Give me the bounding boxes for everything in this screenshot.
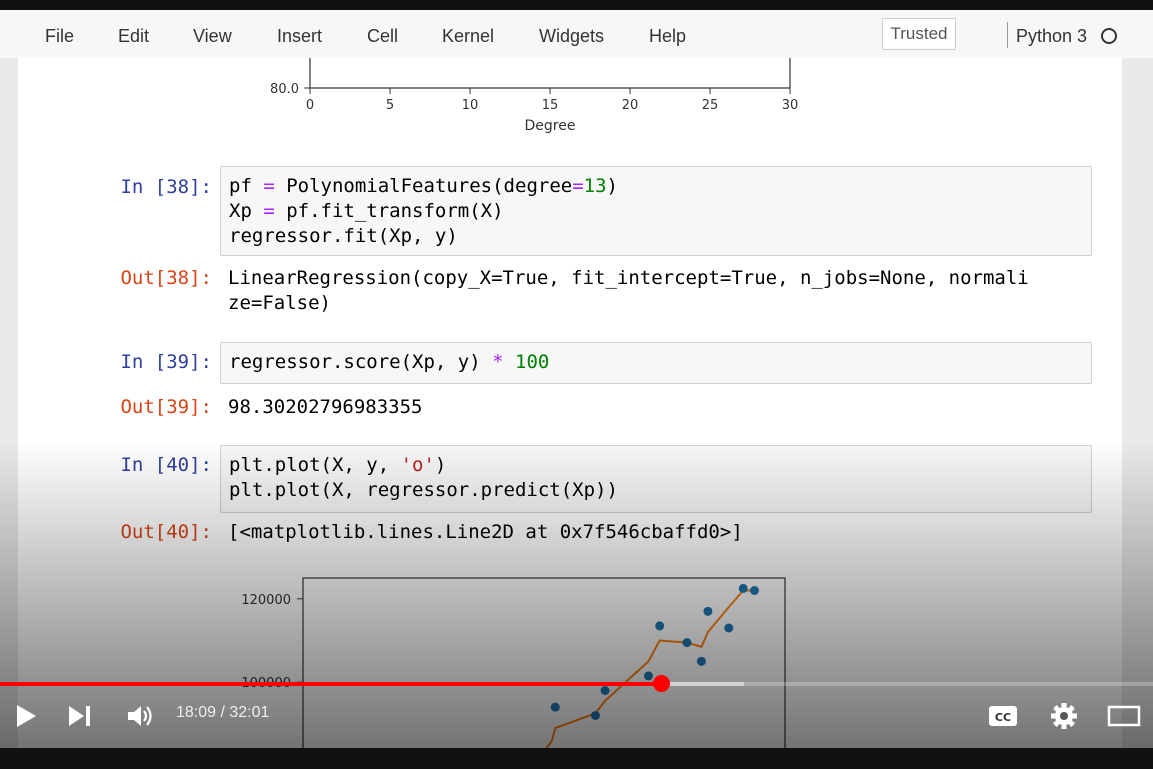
degree-plot-xtick-label: 30 [782, 98, 799, 113]
kernel-separator [1007, 22, 1008, 48]
degree-plot-xtick-label: 15 [542, 98, 559, 113]
cell-40-output: [<matplotlib.lines.Line2D at 0x7f546cbaf… [228, 521, 743, 543]
menu-insert[interactable]: Insert [277, 26, 322, 47]
menu-widgets[interactable]: Widgets [539, 26, 604, 47]
code-line: pf = PolynomialFeatures(degree=13) [229, 175, 618, 197]
cell-38-output: LinearRegression(copy_X=True, fit_interc… [228, 267, 1029, 289]
degree-plot-xtick-label: 0 [306, 98, 314, 113]
degree-plot-axis: 80.0 0 5 10 15 20 25 30 Degree [270, 58, 799, 134]
cell-40-out-prompt: Out[40]: [120, 521, 212, 543]
menu-kernel[interactable]: Kernel [442, 26, 494, 47]
menu-cell[interactable]: Cell [367, 26, 398, 47]
cell-38-output-cont: ze=False) [228, 292, 331, 314]
kernel-name: Python 3 [1016, 26, 1088, 46]
chart-ytick-label: 120000 [241, 593, 291, 608]
menu-view[interactable]: View [193, 26, 232, 47]
data-point [703, 606, 713, 616]
caption-strip [0, 748, 1153, 769]
cell-38-in-prompt: In [38]: [120, 176, 212, 198]
data-point [749, 586, 759, 595]
code-line: regressor.fit(Xp, y) [229, 225, 458, 247]
cell-39-input[interactable]: regressor.score(Xp, y) * 100 [220, 342, 1092, 384]
kernel-status-icon [1101, 28, 1117, 44]
cell-39-out-prompt: Out[39]: [120, 396, 212, 418]
data-point [600, 686, 610, 695]
theater-mode-icon[interactable] [1107, 704, 1141, 728]
data-point [655, 621, 665, 631]
captions-icon[interactable]: CC [988, 703, 1018, 729]
progress-played [0, 682, 661, 686]
cell-40-in-prompt: In [40]: [120, 454, 212, 476]
volume-icon[interactable] [126, 703, 154, 729]
code-line: regressor.score(Xp, y) * 100 [229, 351, 550, 373]
degree-plot-xtick-label: 20 [622, 98, 639, 113]
next-icon[interactable] [67, 703, 93, 729]
trusted-badge[interactable]: Trusted [882, 18, 956, 50]
menu-edit[interactable]: Edit [118, 26, 149, 47]
cell-39-in-prompt: In [39]: [120, 351, 212, 373]
menu-help[interactable]: Help [649, 26, 686, 47]
notebook-menubar: File Edit View Insert Cell Kernel Widget… [0, 10, 1153, 59]
degree-plot-xtick-label: 10 [462, 98, 479, 113]
menu-file[interactable]: File [45, 26, 74, 47]
data-point [724, 623, 734, 633]
degree-plot-xlabel: Degree [525, 118, 576, 134]
cell-38-input[interactable]: pf = PolynomialFeatures(degree=13) Xp = … [220, 166, 1092, 256]
progress-scrubber[interactable] [652, 675, 670, 692]
cell-38-out-prompt: Out[38]: [120, 267, 212, 289]
code-line: Xp = pf.fit_transform(X) [229, 200, 504, 222]
chart-frame [302, 577, 786, 748]
top-strip [0, 0, 1153, 10]
data-point [682, 638, 692, 648]
cell-40-input[interactable]: plt.plot(X, y, 'o') plt.plot(X, regresso… [220, 445, 1092, 513]
code-line: plt.plot(X, y, 'o') [229, 454, 447, 476]
code-line: plt.plot(X, regressor.predict(Xp)) [229, 479, 618, 501]
video-time: 18:09 / 32:01 [176, 704, 270, 721]
degree-plot-ytick-label: 80.0 [270, 82, 299, 97]
play-icon[interactable] [14, 703, 38, 729]
data-point [590, 711, 600, 720]
data-point [738, 583, 748, 593]
data-point [643, 671, 653, 681]
notebook-area[interactable]: 80.0 0 5 10 15 20 25 30 Degree In [38]: pf = P… [18, 58, 1122, 748]
data-point [550, 702, 560, 712]
page-margin-right [1122, 58, 1153, 748]
page-margin-left [0, 58, 18, 748]
degree-plot-xtick-label: 5 [386, 98, 394, 113]
svg-text:CC: CC [995, 711, 1011, 724]
data-point [696, 656, 706, 666]
settings-gear-icon[interactable] [1049, 701, 1079, 731]
degree-plot-xtick-label: 25 [702, 98, 719, 113]
cell-39-output: 98.30202796983355 [228, 396, 423, 418]
